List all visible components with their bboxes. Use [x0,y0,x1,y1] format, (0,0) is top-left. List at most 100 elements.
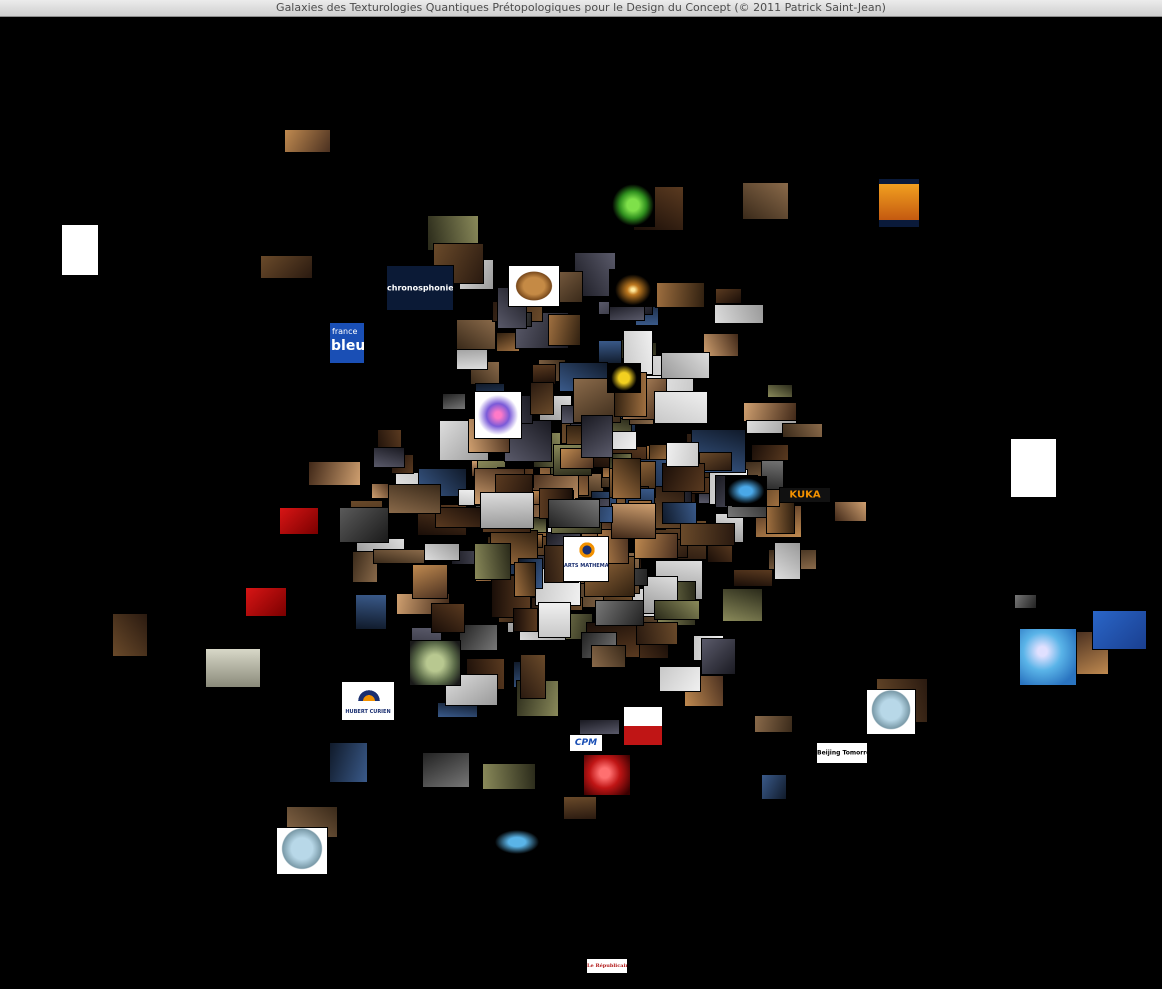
thumbnail-red-vases[interactable] [623,706,663,746]
thumbnail-label: Beijing Tomorrow [817,749,867,757]
thumbnail-arts-mathematiques[interactable]: ARTS MATHÉMATIQUES [563,536,609,582]
photo-thumbnail[interactable] [442,393,466,410]
window-title: Galaxies des Texturologies Quantiques Pr… [276,1,886,14]
thumbnail-red-tiger-1[interactable] [279,507,319,535]
thumbnail-yellow-figures[interactable] [607,363,641,393]
photo-thumbnail[interactable] [774,542,801,580]
photo-thumbnail[interactable] [538,602,571,638]
thumbnail-green-screen[interactable] [205,648,261,688]
photo-thumbnail[interactable] [482,763,536,790]
photo-thumbnail[interactable] [112,613,148,657]
photo-thumbnail[interactable] [654,600,700,620]
photo-thumbnail[interactable] [754,715,793,733]
photo-thumbnail[interactable] [520,654,546,699]
photo-thumbnail[interactable] [284,129,331,153]
photo-thumbnail[interactable] [654,391,708,424]
thumbnail-computer-terminal-2[interactable] [866,689,916,735]
thumbnail-label: Le Républicain [587,963,627,969]
window-title-bar: Galaxies des Texturologies Quantiques Pr… [0,0,1162,17]
thumbnail-label: CPM [574,738,598,748]
thumbnail-label: ARTS MATHÉMATIQUES [564,563,608,569]
photo-thumbnail[interactable] [456,319,496,350]
photo-thumbnail[interactable] [743,402,797,422]
photo-thumbnail[interactable] [701,638,736,675]
photo-thumbnail[interactable] [666,442,699,467]
photo-thumbnail[interactable] [715,288,742,304]
photo-thumbnail[interactable] [548,499,600,528]
thumbnail-label: chronosphonie [387,283,453,293]
photo-thumbnail[interactable] [659,666,701,692]
photo-thumbnail[interactable] [373,447,405,468]
thumbnail-beijing-tomorrow[interactable]: Beijing Tomorrow [816,742,868,764]
thumbnail-green-fractal[interactable] [409,640,461,686]
photo-thumbnail[interactable] [431,603,465,633]
thumbnail-hubert-curien[interactable]: HUBERT CURIEN [341,681,395,721]
photo-thumbnail[interactable] [751,444,789,461]
photo-thumbnail[interactable] [563,796,597,820]
photo-thumbnail[interactable] [714,304,764,324]
photo-thumbnail[interactable] [1014,594,1037,609]
photo-thumbnail[interactable] [513,608,538,632]
photo-thumbnail[interactable] [782,423,823,438]
thumbnail-label: KUKA [789,489,821,501]
thumbnail-virtual-poster[interactable] [1019,628,1077,686]
thumbnail-tower-sculpture[interactable] [878,178,920,228]
thumbnail-blue-ribbon[interactable] [492,828,542,856]
galaxy-window: Galaxies des Texturologies Quantiques Pr… [0,0,1162,989]
photo-thumbnail[interactable] [388,484,441,514]
photo-thumbnail[interactable] [611,503,656,539]
photo-thumbnail[interactable] [581,415,613,458]
photo-thumbnail[interactable] [373,549,425,564]
photo-thumbnail[interactable] [733,569,773,587]
france-label: france [332,327,358,336]
thumbnail-pretzel-knot[interactable] [508,265,560,307]
eye-logo-icon [578,541,596,559]
sunburst-logo-icon [358,685,380,701]
thumbnail-green-sphere[interactable] [611,183,655,227]
thumbnail-blue-panel[interactable] [1092,610,1147,650]
photo-thumbnail[interactable] [355,594,387,630]
photo-thumbnail[interactable] [591,645,626,668]
thumbnail-spherical-rosette[interactable] [474,391,522,439]
photo-thumbnail[interactable] [742,182,789,220]
photo-thumbnail[interactable] [662,463,705,492]
photo-thumbnail-cluster [0,17,1162,989]
image-galaxy-canvas[interactable]: chronosphonie france bleu KUKA HUBERT CU… [0,17,1162,989]
thumbnail-chronosphonie[interactable]: chronosphonie [386,265,454,311]
photo-thumbnail[interactable] [661,352,710,379]
photo-thumbnail[interactable] [424,543,460,561]
thumbnail-blue-ribbon-2[interactable] [725,476,767,506]
photo-thumbnail[interactable] [722,588,763,622]
photo-thumbnail[interactable] [655,282,705,308]
thumbnail-white-box[interactable] [1010,438,1057,498]
photo-thumbnail[interactable] [480,492,534,529]
thumbnail-cpm[interactable]: CPM [569,734,603,752]
thumbnail-computer-terminal-1[interactable] [276,827,328,875]
photo-thumbnail[interactable] [530,382,554,415]
thumbnail-white-poster-left[interactable] [61,224,99,276]
photo-thumbnail[interactable] [514,562,536,597]
photo-thumbnail[interactable] [260,255,313,279]
photo-thumbnail[interactable] [548,314,581,346]
photo-thumbnail[interactable] [422,752,470,788]
photo-thumbnail[interactable] [595,600,644,626]
photo-thumbnail[interactable] [474,543,511,580]
thumbnail-red-tiger-2[interactable] [245,587,287,617]
photo-thumbnail[interactable] [579,719,620,735]
photo-thumbnail[interactable] [767,384,793,398]
photo-thumbnail[interactable] [612,458,641,499]
thumbnail-red-hand[interactable] [583,754,631,796]
photo-thumbnail[interactable] [308,461,361,486]
thumbnail-light-flare[interactable] [609,269,657,307]
thumbnail-le-republicain[interactable]: Le Républicain [586,958,628,974]
thumbnail-kuka[interactable]: KUKA [779,487,831,503]
photo-thumbnail[interactable] [435,507,485,528]
photo-thumbnail[interactable] [834,501,867,522]
thumbnail-dark-cube[interactable] [339,507,389,543]
photo-thumbnail[interactable] [329,742,368,783]
photo-thumbnail[interactable] [761,774,787,800]
thumbnail-france-bleu[interactable]: france bleu [329,322,365,364]
photo-thumbnail[interactable] [680,523,735,546]
photo-thumbnail[interactable] [412,564,448,599]
photo-thumbnail[interactable] [662,502,697,524]
